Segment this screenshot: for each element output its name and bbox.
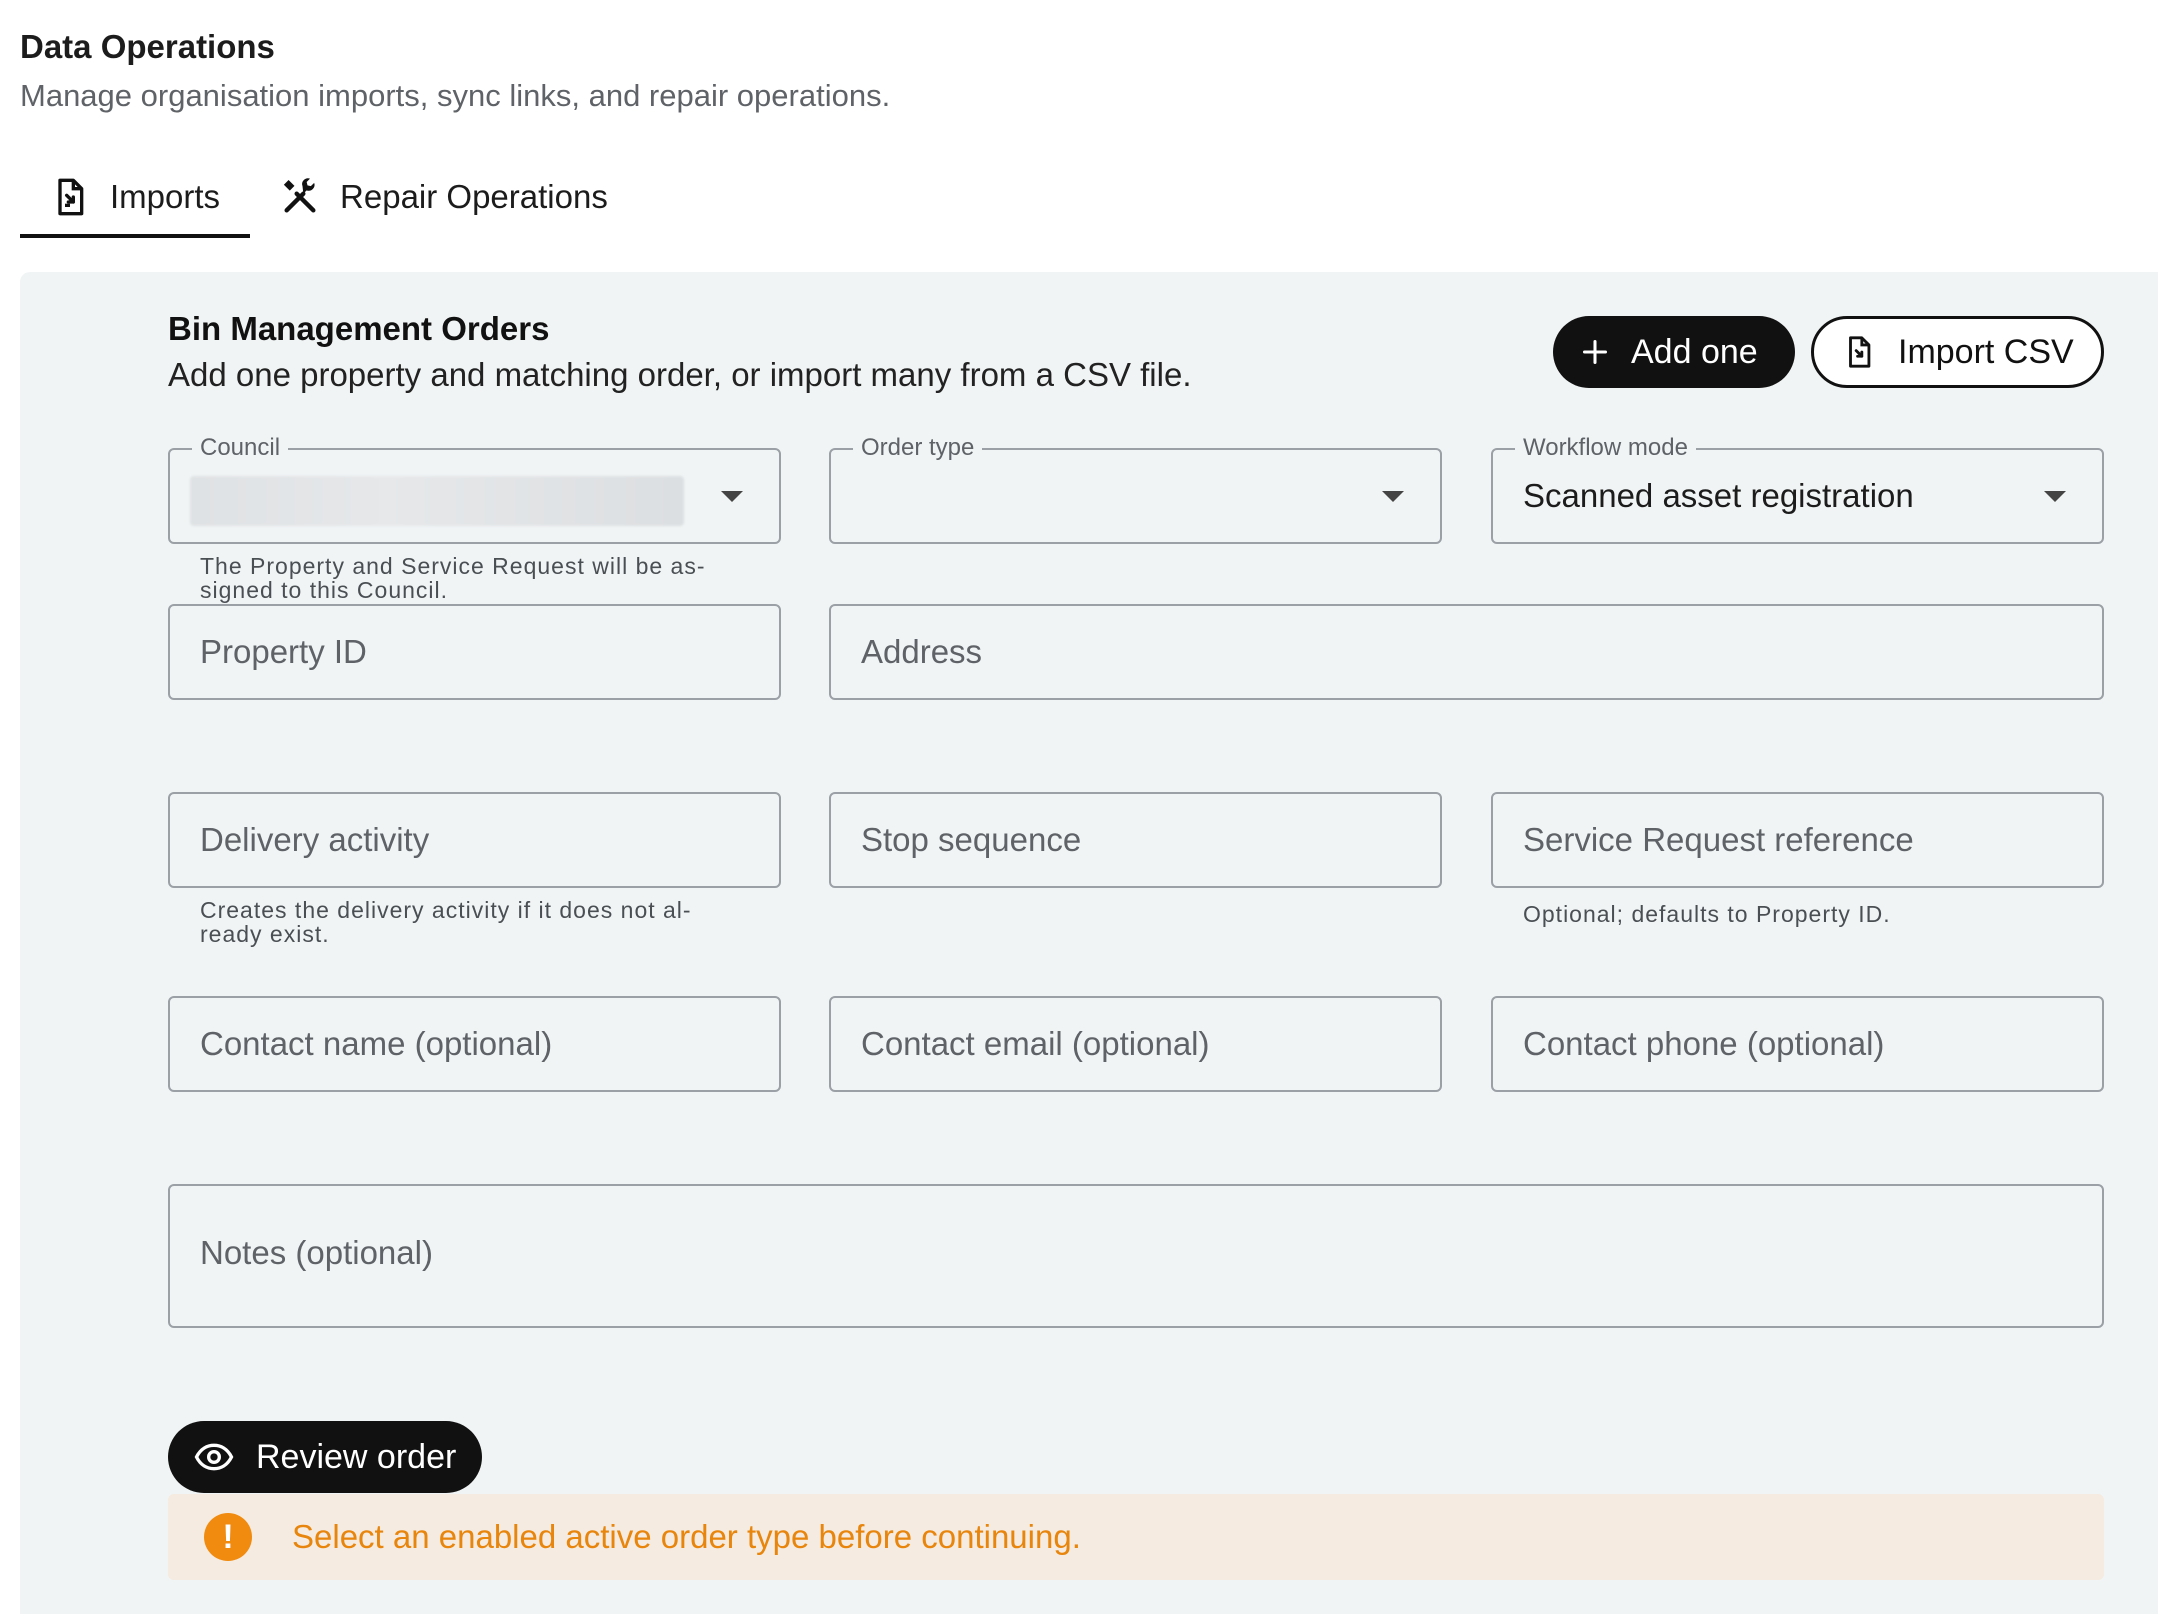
order-type-select[interactable]: Order type: [829, 434, 1442, 544]
service-request-reference-helper: Optional; defaults to Property ID.: [1523, 901, 1891, 927]
notes-textarea[interactable]: Notes (optional): [168, 1184, 2104, 1328]
contact-phone-placeholder: Contact phone (optional): [1523, 1025, 1885, 1062]
import-csv-label: Import CSV: [1898, 332, 2074, 371]
council-label: Council: [192, 434, 289, 462]
stop-sequence-placeholder: Stop sequence: [861, 821, 1082, 858]
chevron-down-icon: [2044, 491, 2066, 502]
council-value-redacted: [190, 476, 684, 526]
workflow-mode-select[interactable]: Workflow mode Scanned asset registration: [1491, 434, 2104, 544]
plus-icon: [1582, 339, 1608, 365]
review-order-label: Review order: [256, 1437, 457, 1476]
chevron-down-icon: [721, 491, 743, 502]
order-type-label: Order type: [853, 434, 983, 462]
tab-bar: Imports Repair Operations: [20, 160, 638, 240]
tab-repair-label: Repair Operations: [340, 178, 608, 215]
address-input[interactable]: Address: [829, 604, 2104, 700]
stop-sequence-input[interactable]: Stop sequence: [829, 792, 1442, 888]
warning-message: Select an enabled active order type befo…: [292, 1518, 1081, 1555]
council-helper: The Property and Service Request will be…: [200, 553, 706, 603]
delivery-activity-input[interactable]: Delivery activity: [168, 792, 781, 888]
tab-imports-label: Imports: [110, 178, 221, 215]
eye-icon: [194, 1443, 234, 1471]
add-one-button[interactable]: Add one: [1553, 316, 1795, 388]
import-file-icon: [58, 178, 84, 216]
import-csv-button[interactable]: Import CSV: [1811, 316, 2104, 388]
section-title: Bin Management Orders: [168, 310, 550, 347]
add-one-label: Add one: [1631, 332, 1758, 371]
section-description: Add one property and matching order, or …: [168, 356, 1192, 393]
contact-email-placeholder: Contact email (optional): [861, 1025, 1210, 1062]
address-placeholder: Address: [861, 633, 983, 670]
chevron-down-icon: [1382, 491, 1404, 502]
exclamation-icon: !: [204, 1513, 252, 1561]
contact-name-placeholder: Contact name (optional): [200, 1025, 553, 1062]
delivery-activity-placeholder: Delivery activity: [200, 821, 430, 858]
file-import-icon: [1849, 336, 1871, 368]
page-title: Data Operations: [20, 28, 275, 65]
council-select[interactable]: Council: [168, 434, 781, 544]
imports-panel: Bin Management Orders Add one property a…: [20, 272, 2158, 1614]
tab-repair-operations[interactable]: Repair Operations: [250, 160, 638, 234]
tab-imports[interactable]: Imports: [20, 160, 251, 238]
contact-email-input[interactable]: Contact email (optional): [829, 996, 1442, 1092]
warning-alert: ! Select an enabled active order type be…: [168, 1494, 2104, 1580]
property-id-placeholder: Property ID: [200, 633, 367, 670]
service-request-reference-placeholder: Service Request reference: [1523, 821, 1914, 858]
review-order-button[interactable]: Review order: [168, 1421, 482, 1493]
property-id-input[interactable]: Property ID: [168, 604, 781, 700]
notes-placeholder: Notes (optional): [200, 1234, 433, 1271]
delivery-activity-helper: Creates the delivery activity if it does…: [200, 897, 692, 947]
tools-icon: [283, 178, 316, 213]
service-request-reference-input[interactable]: Service Request reference: [1491, 792, 2104, 888]
workflow-mode-label: Workflow mode: [1515, 434, 1696, 462]
page-subtitle: Manage organisation imports, sync links,…: [20, 78, 891, 113]
contact-name-input[interactable]: Contact name (optional): [168, 996, 781, 1092]
workflow-mode-value: Scanned asset registration: [1523, 477, 1914, 514]
contact-phone-input[interactable]: Contact phone (optional): [1491, 996, 2104, 1092]
